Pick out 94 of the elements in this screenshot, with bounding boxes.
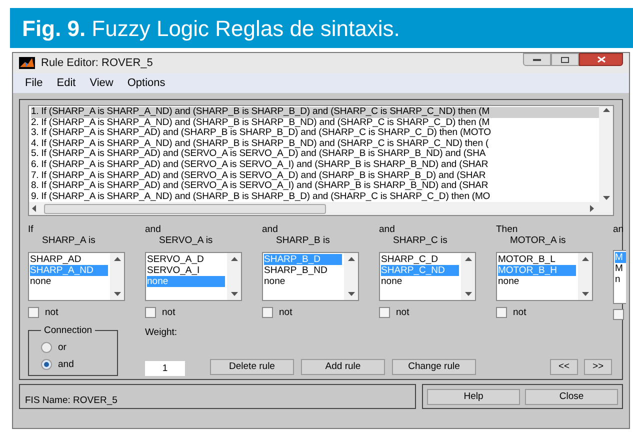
not-checkbox[interactable] [262, 307, 273, 318]
weight-field[interactable]: 1 [145, 361, 185, 376]
radio-button[interactable] [41, 342, 52, 354]
radio-label: or [58, 340, 66, 354]
membership-list[interactable]: SHARP_C_D SHARP_C_ND none [379, 252, 476, 301]
menu-item[interactable]: Edit [50, 74, 82, 92]
connective-label: and [262, 224, 279, 236]
scroll-up-arrow-icon[interactable] [464, 257, 472, 262]
list-item[interactable]: SHARP_AD [30, 254, 82, 266]
list-item[interactable]: M [615, 263, 624, 274]
maximize-button[interactable] [551, 53, 579, 66]
menu-item[interactable]: Options [121, 74, 172, 92]
rule-list[interactable] [28, 105, 614, 216]
rule-button[interactable]: << [550, 359, 578, 375]
not-checkbox[interactable] [613, 309, 624, 320]
list-item[interactable]: SERVO_A_D [147, 254, 205, 266]
not-label: not [162, 306, 176, 320]
rule-line[interactable]: 4. If (SHARP_A is SHARP_A_ND) and (SHARP_B is SHARP_B_ND) and (SHARP_C is SHARP_C_ND) then ( [31, 138, 599, 150]
list-scrollbar[interactable] [461, 253, 475, 300]
footer-button[interactable]: Help [427, 388, 520, 404]
fis-name-text: FIS Name: ROVER_5 [25, 395, 118, 406]
rule-line[interactable]: 2. If (SHARP_A is SHARP_A_ND) and (SHARP_B is SHARP_B_ND) and (SHARP_C is SHARP_C_D) then (M [31, 118, 599, 128]
membership-list[interactable]: M M n [613, 250, 626, 304]
not-checkbox[interactable] [379, 307, 390, 318]
list-item[interactable]: none [381, 276, 404, 288]
scroll-up-arrow-icon[interactable] [348, 257, 354, 262]
rule-line[interactable]: 3. If (SHARP_A is SHARP_AD) and (SHARP_B is SHARP_B_D) and (SHARP_C is SHARP_C_D) then (MOTO [31, 128, 599, 139]
variable-label: SERVO_A is [158, 235, 214, 246]
not-checkbox[interactable] [145, 307, 156, 318]
scroll-up-arrow-icon[interactable] [114, 257, 120, 262]
rule-line[interactable]: 9. If (SHARP_A is SHARP_A_ND) and (SHARP_B is SHARP_B_D) and (SHARP_C is SHARP_C_D) then (MO [31, 192, 599, 202]
scroll-up-arrow-icon[interactable] [582, 257, 588, 262]
window-title: Rule Editor: ROVER_5 [41, 56, 153, 71]
minimize-button[interactable] [523, 53, 551, 66]
rule-button[interactable]: Add rule [301, 359, 385, 375]
list-scrollbar[interactable] [110, 253, 124, 300]
membership-list[interactable]: SHARP_B_D SHARP_B_ND none [262, 252, 359, 301]
scroll-down-arrow-icon[interactable] [230, 292, 238, 296]
connective-label: and [379, 224, 396, 236]
connective-label: Then [496, 224, 519, 236]
rule-button[interactable]: Change rule [392, 359, 476, 375]
list-scrollbar[interactable] [227, 253, 241, 300]
rule-line[interactable]: 5. If (SHARP_A is SHARP_AD) and (SERVO_A is SERVO_A_D) and (SHARP_B is SHARP_B_ND) and (SHA [31, 149, 599, 160]
menu-item[interactable]: File [19, 74, 49, 92]
not-checkbox[interactable] [28, 307, 39, 318]
scroll-left-arrow-icon[interactable] [32, 205, 36, 212]
connective-label: If [28, 224, 34, 236]
scroll-up-arrow-icon[interactable] [230, 257, 238, 262]
rule-line[interactable]: 8. If (SHARP_A is SHARP_AD) and (SERVO_A is SERVO_A_I) and (SHARP_B is SHARP_B_ND) and (SHAR [31, 181, 599, 192]
not-label: not [396, 306, 410, 320]
list-item[interactable]: SHARP_B_ND [264, 265, 328, 276]
footer-button[interactable]: Close [525, 388, 618, 404]
list-item[interactable]: none [264, 276, 286, 288]
close-icon [596, 56, 606, 63]
list-item[interactable]: MOTOR_B_L [498, 254, 556, 266]
list-item[interactable]: SHARP_C_D [381, 254, 440, 266]
membership-list[interactable]: SERVO_A_D SERVO_A_I none [145, 252, 242, 301]
variable-label: MOTOR_A is [509, 235, 567, 246]
weight-label: Weight: [145, 326, 178, 340]
variable-label: SHARP_C is [392, 235, 448, 246]
membership-list[interactable]: MOTOR_B_L MOTOR_B_H none [496, 252, 593, 301]
scroll-down-arrow-icon[interactable] [602, 196, 610, 200]
scroll-right-arrow-icon[interactable] [590, 205, 594, 212]
scroll-down-arrow-icon[interactable] [348, 292, 354, 296]
rule-button[interactable]: >> [584, 359, 612, 375]
scroll-up-arrow-icon[interactable] [602, 108, 610, 112]
rule-line[interactable]: 6. If (SHARP_A is SHARP_AD) and (SERVO_A is SERVO_A_I) and (SHARP_B is SHARP_B_ND) and (SHAR [31, 160, 599, 171]
radio-label: and [58, 358, 74, 372]
not-label: not [279, 306, 292, 320]
scroll-down-arrow-icon[interactable] [582, 292, 588, 296]
list-scrollbar[interactable] [578, 253, 592, 300]
scroll-down-arrow-icon[interactable] [464, 292, 472, 296]
vertical-scrollbar[interactable] [599, 106, 613, 202]
close-button[interactable] [579, 53, 623, 66]
membership-list[interactable]: SHARP_AD SHARP_A_ND none [28, 252, 125, 301]
list-item[interactable]: SERVO_A_I [147, 265, 201, 276]
list-item[interactable]: none [498, 276, 520, 288]
list-item[interactable]: n [615, 274, 622, 286]
list-scrollbar[interactable] [344, 253, 358, 300]
rule-button[interactable]: Delete rule [210, 359, 294, 375]
not-label: not [513, 306, 526, 320]
not-label: not [45, 306, 58, 320]
matlab-logo-icon [19, 57, 35, 69]
rule-line[interactable]: 7. If (SHARP_A is SHARP_AD) and (SERVO_A is SERVO_A_D) and (SHARP_B is SHARP_B_D) and (SHAR [31, 170, 599, 182]
list-item[interactable]: none [30, 276, 52, 288]
figure-caption: Fig. 9. Fuzzy Logic Reglas de sintaxis. [22, 14, 400, 43]
not-checkbox[interactable] [496, 307, 507, 318]
scroll-down-arrow-icon[interactable] [114, 292, 120, 296]
variable-label: SHARP_B is [275, 235, 331, 246]
menu-item[interactable]: View [84, 74, 120, 92]
connective-label: and [145, 224, 162, 236]
variable-label: SHARP_A is [41, 235, 96, 246]
horizontal-scrollbar[interactable] [29, 202, 613, 216]
radio-button[interactable] [41, 359, 52, 370]
